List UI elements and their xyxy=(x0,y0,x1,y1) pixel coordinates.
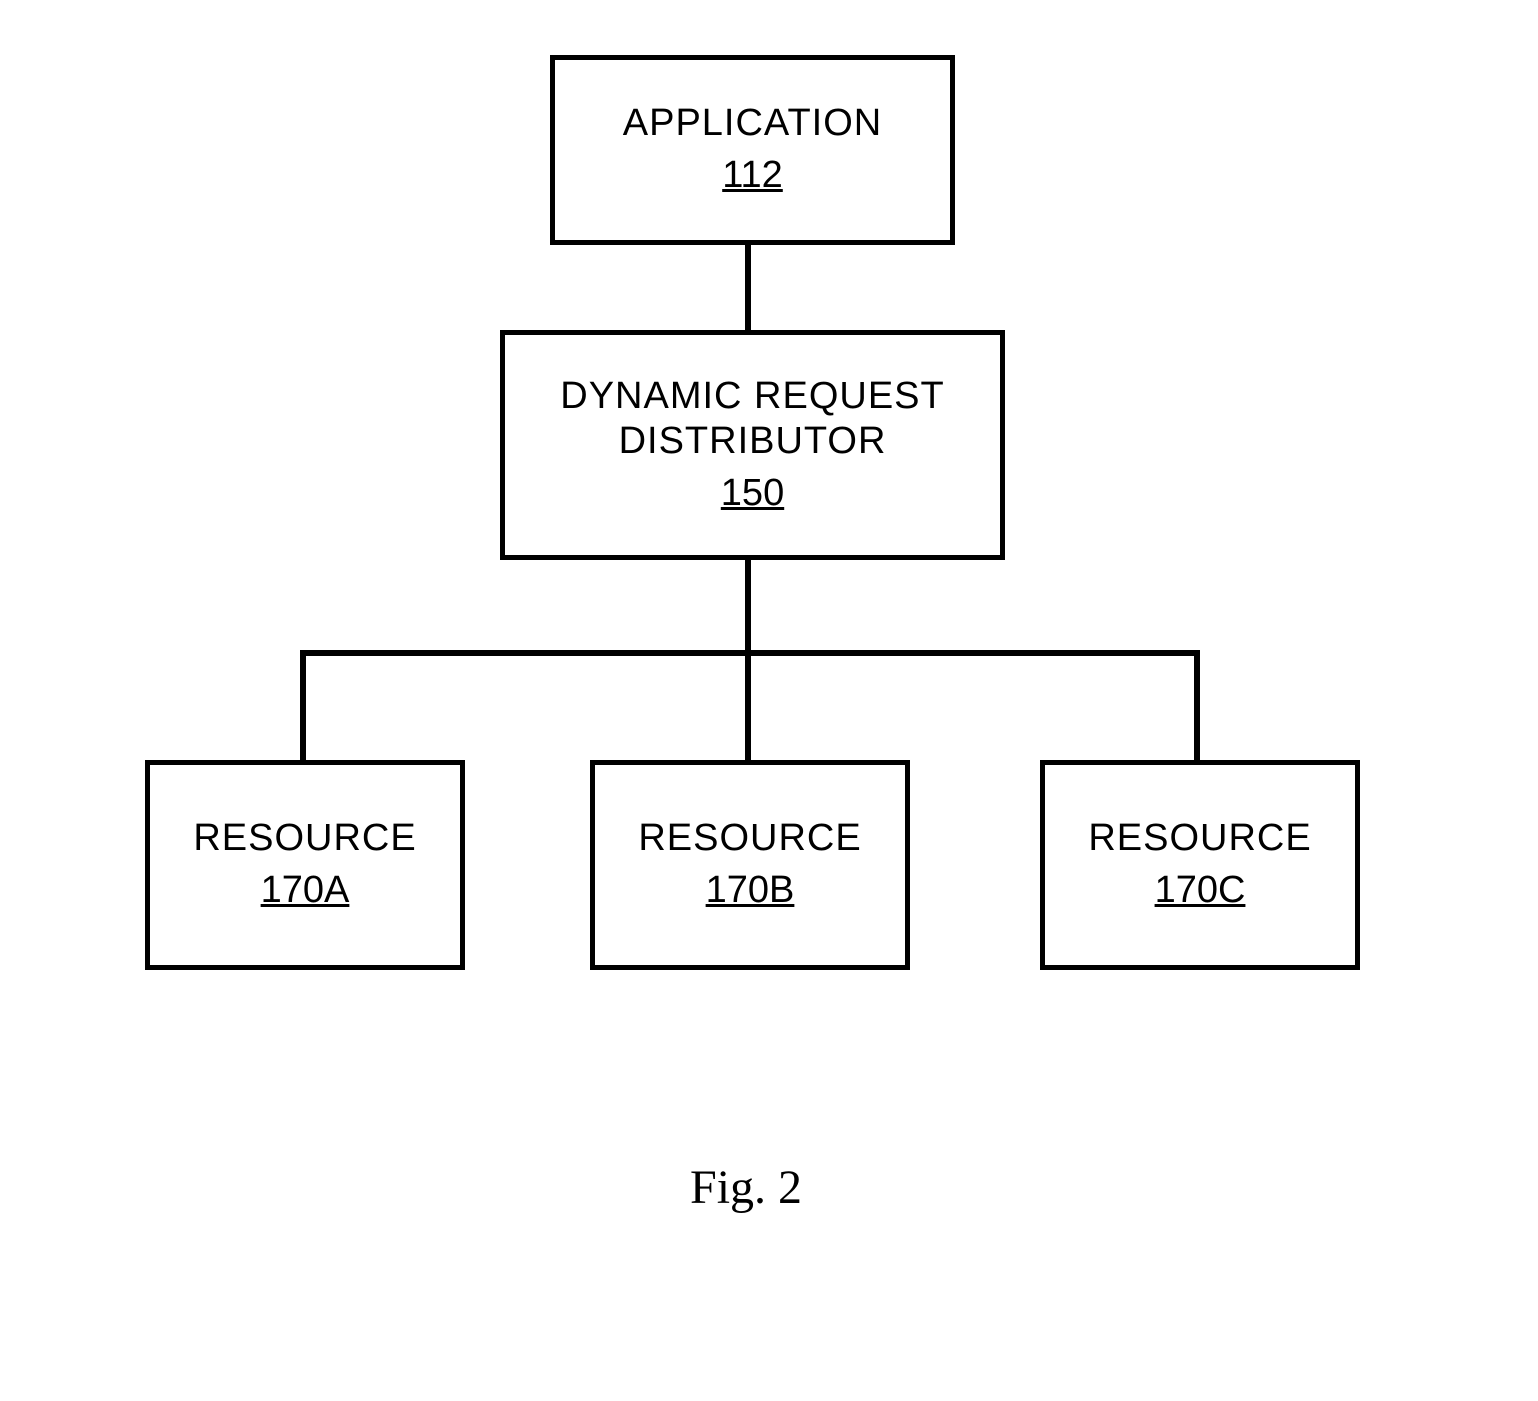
connector-distributor-down xyxy=(745,560,751,655)
box-distributor-title-1: DYNAMIC REQUEST xyxy=(560,374,944,420)
box-resource-c-num: 170C xyxy=(1155,868,1246,914)
connector-to-resource-c xyxy=(1194,650,1200,760)
box-resource-c: RESOURCE 170C xyxy=(1040,760,1360,970)
connector-to-resource-a xyxy=(300,650,306,760)
box-resource-b-num: 170B xyxy=(706,868,795,914)
box-application-title: APPLICATION xyxy=(623,101,882,147)
diagram-canvas: APPLICATION 112 DYNAMIC REQUEST DISTRIBU… xyxy=(0,0,1538,1401)
connector-to-resource-b xyxy=(745,650,751,760)
figure-caption: Fig. 2 xyxy=(690,1160,802,1215)
box-resource-a-num: 170A xyxy=(261,868,350,914)
box-distributor-title-2: DISTRIBUTOR xyxy=(619,419,887,465)
box-application-num: 112 xyxy=(722,153,783,199)
box-resource-b-title: RESOURCE xyxy=(638,816,861,862)
box-resource-a-title: RESOURCE xyxy=(193,816,416,862)
box-application: APPLICATION 112 xyxy=(550,55,955,245)
box-distributor-num: 150 xyxy=(721,471,784,517)
connector-app-to-distributor xyxy=(745,245,751,330)
box-resource-c-title: RESOURCE xyxy=(1088,816,1311,862)
box-distributor: DYNAMIC REQUEST DISTRIBUTOR 150 xyxy=(500,330,1005,560)
box-resource-a: RESOURCE 170A xyxy=(145,760,465,970)
box-resource-b: RESOURCE 170B xyxy=(590,760,910,970)
